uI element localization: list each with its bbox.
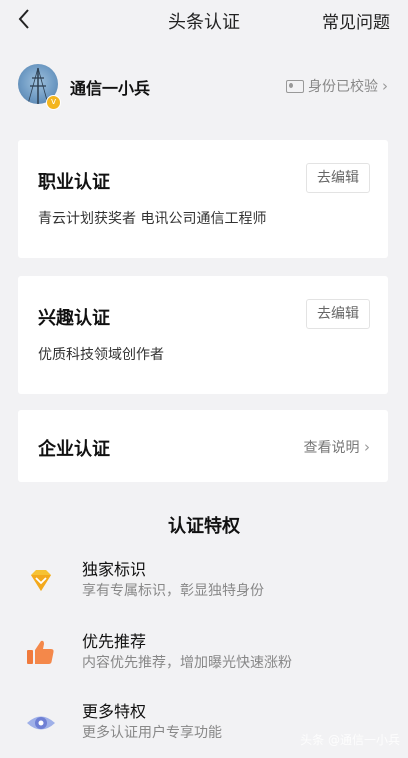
user-info-row: v 通信一小兵 身份已校验 › bbox=[0, 58, 408, 116]
id-card-icon bbox=[286, 79, 304, 93]
career-certification-desc: 青云计划获奖者 电讯公司通信工程师 bbox=[38, 211, 267, 227]
user-name: 通信一小兵 bbox=[70, 79, 151, 98]
enterprise-certification-card[interactable]: 企业认证 查看说明 › bbox=[18, 410, 388, 482]
career-edit-button[interactable]: 去编辑 bbox=[306, 163, 370, 193]
privilege-name: 优先推荐 bbox=[82, 632, 147, 651]
identity-status-text: 身份已校验 bbox=[308, 79, 378, 95]
career-certification-title: 职业认证 bbox=[38, 172, 110, 193]
diamond-badge-icon bbox=[24, 564, 58, 598]
identity-verified-link[interactable]: 身份已校验 › bbox=[286, 76, 388, 96]
chevron-right-icon: › bbox=[382, 77, 388, 95]
privilege-desc: 内容优先推荐，增加曝光快速涨粉 bbox=[82, 655, 292, 671]
watermark: 头条 @通信一小兵 bbox=[300, 733, 400, 747]
eye-icon bbox=[24, 706, 58, 740]
privilege-name: 独家标识 bbox=[82, 560, 147, 579]
faq-link[interactable]: 常见问题 bbox=[322, 8, 390, 33]
privilege-desc: 享有专属标识，彰显独特身份 bbox=[82, 583, 264, 599]
privileges-heading: 认证特权 bbox=[168, 516, 240, 537]
privilege-item: 优先推荐 内容优先推荐，增加曝光快速涨粉 bbox=[0, 628, 408, 688]
career-certification-card: 职业认证 去编辑 青云计划获奖者 电讯公司通信工程师 bbox=[18, 140, 388, 258]
top-nav-bar: 头条认证 常见问题 bbox=[0, 0, 408, 40]
verified-badge-icon: v bbox=[46, 95, 61, 110]
privilege-desc: 更多认证用户专享功能 bbox=[82, 725, 222, 741]
chevron-right-icon: › bbox=[364, 438, 370, 456]
interest-certification-card: 兴趣认证 去编辑 优质科技领域创作者 bbox=[18, 276, 388, 394]
privilege-item: 更多特权 更多认证用户专享功能 bbox=[0, 698, 408, 758]
view-explanation-text: 查看说明 bbox=[303, 440, 360, 456]
privilege-name: 更多特权 bbox=[82, 702, 147, 721]
thumbs-up-icon bbox=[24, 636, 58, 670]
interest-certification-title: 兴趣认证 bbox=[38, 308, 110, 329]
interest-certification-desc: 优质科技领域创作者 bbox=[38, 347, 164, 363]
privilege-item: 独家标识 享有专属标识，彰显独特身份 bbox=[0, 556, 408, 616]
interest-edit-button[interactable]: 去编辑 bbox=[306, 299, 370, 329]
enterprise-certification-title: 企业认证 bbox=[38, 439, 110, 460]
view-explanation-link[interactable]: 查看说明 › bbox=[304, 437, 370, 457]
